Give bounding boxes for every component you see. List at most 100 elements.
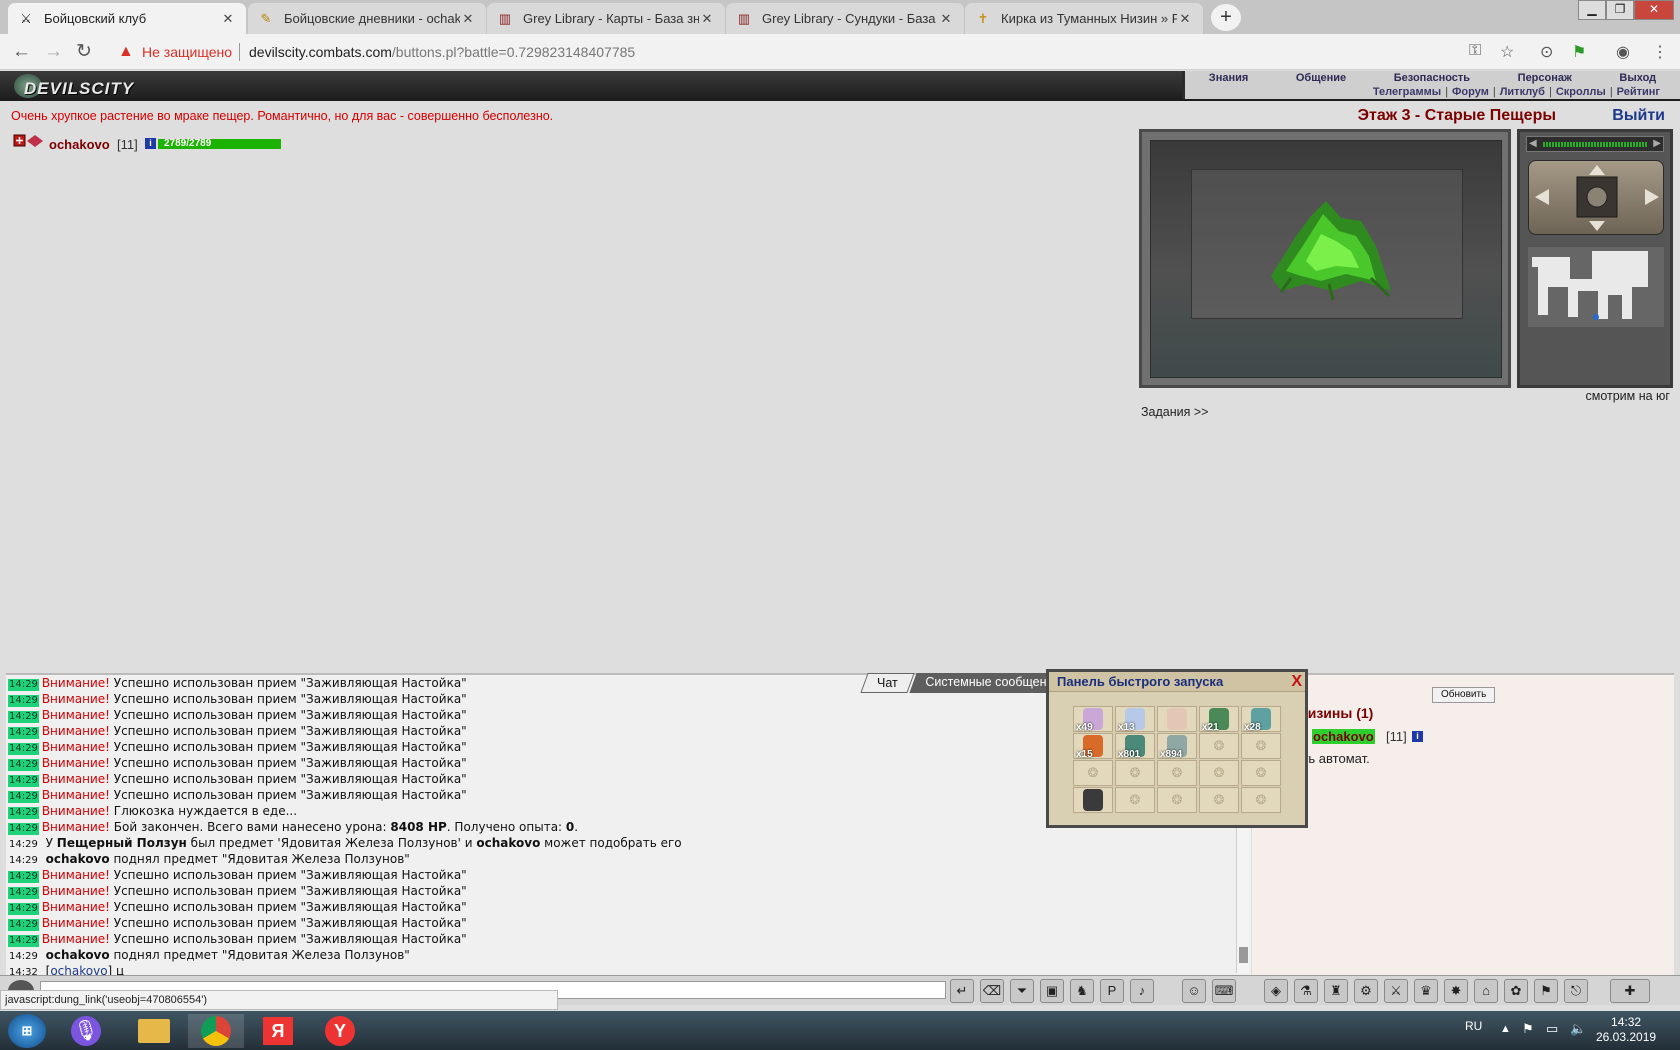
chat-time[interactable]: 14:29 bbox=[8, 871, 39, 883]
player-name[interactable]: ochakovo bbox=[49, 137, 110, 152]
scroll-thumb[interactable] bbox=[1239, 947, 1248, 963]
movement-compass[interactable] bbox=[1528, 160, 1664, 235]
menu-dots-icon[interactable]: ⋮ bbox=[1652, 42, 1668, 62]
quick-slot[interactable]: ❂ bbox=[1241, 787, 1281, 813]
chat-time[interactable]: 14:29 bbox=[8, 695, 39, 707]
potion-icon[interactable]: ⚗ bbox=[1294, 979, 1318, 1003]
quick-slot[interactable]: x21 bbox=[1199, 706, 1239, 733]
quick-slot[interactable] bbox=[1073, 787, 1113, 813]
star-icon[interactable]: ☆ bbox=[1500, 42, 1514, 62]
security-label[interactable]: Не защищено bbox=[142, 44, 232, 60]
chat-bold[interactable]: ochakovo bbox=[476, 836, 540, 850]
chat-time[interactable]: 14:29 bbox=[8, 935, 39, 947]
quick-slot[interactable]: x15 bbox=[1073, 733, 1113, 760]
chat-time[interactable]: 14:29 bbox=[8, 727, 39, 739]
chat-bold[interactable]: ochakovo bbox=[46, 948, 110, 962]
close-window-button[interactable]: ✕ bbox=[1634, 0, 1674, 20]
tab-grey-library-maps[interactable]: ▥ Grey Library - Карты - База знаний ✕ bbox=[487, 3, 725, 34]
chat-time[interactable]: 14:32 bbox=[8, 967, 39, 975]
menu-communication[interactable]: Общение bbox=[1296, 72, 1346, 84]
file-explorer-icon[interactable] bbox=[126, 1014, 182, 1048]
quick-slot[interactable]: x894 bbox=[1157, 733, 1197, 760]
translit-icon[interactable]: ⌨ bbox=[1212, 979, 1236, 1003]
quick-slot[interactable]: ❂ bbox=[1241, 760, 1281, 786]
quick-slot[interactable]: ❂ bbox=[1199, 787, 1239, 813]
new-tab-button[interactable]: + bbox=[1211, 4, 1241, 31]
house-icon[interactable]: ⌂ bbox=[1474, 979, 1498, 1003]
submenu-litclub[interactable]: Литклуб bbox=[1500, 86, 1545, 98]
chat-time[interactable]: 14:29 bbox=[8, 951, 39, 963]
chat-time[interactable]: 14:29 bbox=[8, 855, 39, 867]
chat-bold[interactable]: Пещерный Ползун bbox=[57, 836, 187, 850]
warning-icon[interactable]: ▲ bbox=[118, 43, 134, 61]
eraser-icon[interactable]: ⌫ bbox=[980, 979, 1004, 1003]
quick-slot[interactable] bbox=[1157, 706, 1197, 732]
puzzle-icon[interactable]: ✚ bbox=[1610, 979, 1650, 1003]
chat-time[interactable]: 14:29 bbox=[8, 743, 39, 755]
start-button[interactable]: ⊞ bbox=[8, 1014, 46, 1048]
extension-icon[interactable]: ⚑ bbox=[1572, 42, 1586, 62]
key-icon[interactable]: ⚿ bbox=[1469, 42, 1481, 60]
private-icon[interactable]: P bbox=[1100, 979, 1124, 1003]
quick-slot[interactable]: ❂ bbox=[1157, 760, 1197, 786]
online-player-name[interactable]: ochakovo bbox=[1312, 729, 1375, 744]
menu-knowledge[interactable]: Знания bbox=[1209, 72, 1248, 84]
chat-bold[interactable]: ochakovo bbox=[46, 852, 110, 866]
minimize-window-button[interactable]: ▁ bbox=[1578, 0, 1606, 20]
chat-time[interactable]: 14:29 bbox=[8, 903, 39, 915]
network-icon[interactable]: ▭ bbox=[1546, 1021, 1558, 1037]
submenu-rating[interactable]: Рейтинг bbox=[1617, 86, 1660, 98]
paw-icon[interactable]: ✿ bbox=[1504, 979, 1528, 1003]
cave-plant-image[interactable] bbox=[1251, 196, 1401, 306]
dungeon-view[interactable] bbox=[1139, 129, 1511, 388]
quick-slot[interactable]: x28 bbox=[1241, 706, 1281, 733]
quick-slot[interactable]: ❂ bbox=[1199, 760, 1239, 786]
send-icon[interactable]: ↵ bbox=[950, 979, 974, 1003]
chat-time[interactable]: 14:29 bbox=[8, 759, 39, 771]
back-icon[interactable]: ← bbox=[12, 42, 31, 62]
menu-character[interactable]: Персонаж bbox=[1518, 72, 1572, 84]
quick-slot[interactable]: ❂ bbox=[1115, 760, 1155, 786]
chat-time[interactable]: 14:29 bbox=[8, 775, 39, 787]
sword-icon[interactable]: ⚔ bbox=[1384, 979, 1408, 1003]
player-info-icon[interactable]: i bbox=[145, 138, 156, 149]
yandex-browser-icon[interactable]: Я bbox=[250, 1014, 306, 1048]
tab-chat[interactable]: Чат bbox=[860, 673, 915, 693]
save-icon[interactable]: ▣ bbox=[1040, 979, 1064, 1003]
chat-time[interactable]: 14:29 bbox=[8, 823, 39, 835]
quick-slot[interactable]: ❂ bbox=[1115, 787, 1155, 813]
tab-grey-library-chests[interactable]: ▥ Grey Library - Сундуки - База знаний ✕ bbox=[726, 3, 964, 34]
chat-nick[interactable]: ochakovo bbox=[50, 964, 107, 975]
quick-slot[interactable]: x801 bbox=[1115, 733, 1155, 760]
chat-time[interactable]: 14:29 bbox=[8, 679, 39, 691]
quick-slot[interactable]: ❂ bbox=[1241, 733, 1281, 759]
url-field[interactable]: devilscity.combats.com/buttons.pl?battle… bbox=[249, 44, 635, 60]
close-tab-icon[interactable]: ✕ bbox=[938, 11, 954, 27]
tab-pickaxe[interactable]: ✝ Кирка из Туманных Низин » Руна ✕ bbox=[965, 3, 1203, 34]
chat-time[interactable]: 14:29 bbox=[8, 791, 39, 803]
exit-link[interactable]: Выйти bbox=[1612, 107, 1665, 125]
tray-arrow-icon[interactable]: ▲ bbox=[1500, 1023, 1511, 1035]
quests-link[interactable]: Задания >> bbox=[1141, 405, 1208, 419]
quick-slot[interactable]: x49 bbox=[1073, 706, 1113, 733]
chat-time[interactable]: 14:29 bbox=[8, 919, 39, 931]
voice-assistant-icon[interactable]: 🎙 bbox=[58, 1014, 114, 1048]
chat-time[interactable]: 14:29 bbox=[8, 887, 39, 899]
helmet-icon[interactable]: ♛ bbox=[1414, 979, 1438, 1003]
close-tab-icon[interactable]: ✕ bbox=[460, 11, 476, 27]
chat-time[interactable]: 14:29 bbox=[8, 839, 39, 851]
tray-flag-icon[interactable]: ⚑ bbox=[1522, 1021, 1534, 1037]
close-tab-icon[interactable]: ✕ bbox=[699, 11, 715, 27]
pouch-icon[interactable]: ♜ bbox=[1324, 979, 1348, 1003]
reload-icon[interactable]: ↻ bbox=[76, 42, 92, 62]
refresh-button[interactable]: Обновить bbox=[1432, 687, 1496, 703]
tab-diaries[interactable]: ✎ Бойцовские дневники - ochakovo ✕ bbox=[248, 3, 486, 34]
tab-fight-club[interactable]: ⚔ Бойцовский клуб ✕ bbox=[8, 3, 246, 34]
close-panel-icon[interactable]: X bbox=[1291, 674, 1302, 690]
target-icon[interactable]: ✸ bbox=[1444, 979, 1468, 1003]
quick-slot[interactable]: ❂ bbox=[1157, 787, 1197, 813]
quick-slot[interactable]: ❂ bbox=[1199, 733, 1239, 759]
exit-door-icon[interactable]: ⎋ bbox=[1564, 979, 1588, 1003]
submenu-telegrams[interactable]: Телеграммы bbox=[1373, 86, 1441, 98]
extension-search-icon[interactable]: ⊙ bbox=[1540, 42, 1553, 62]
